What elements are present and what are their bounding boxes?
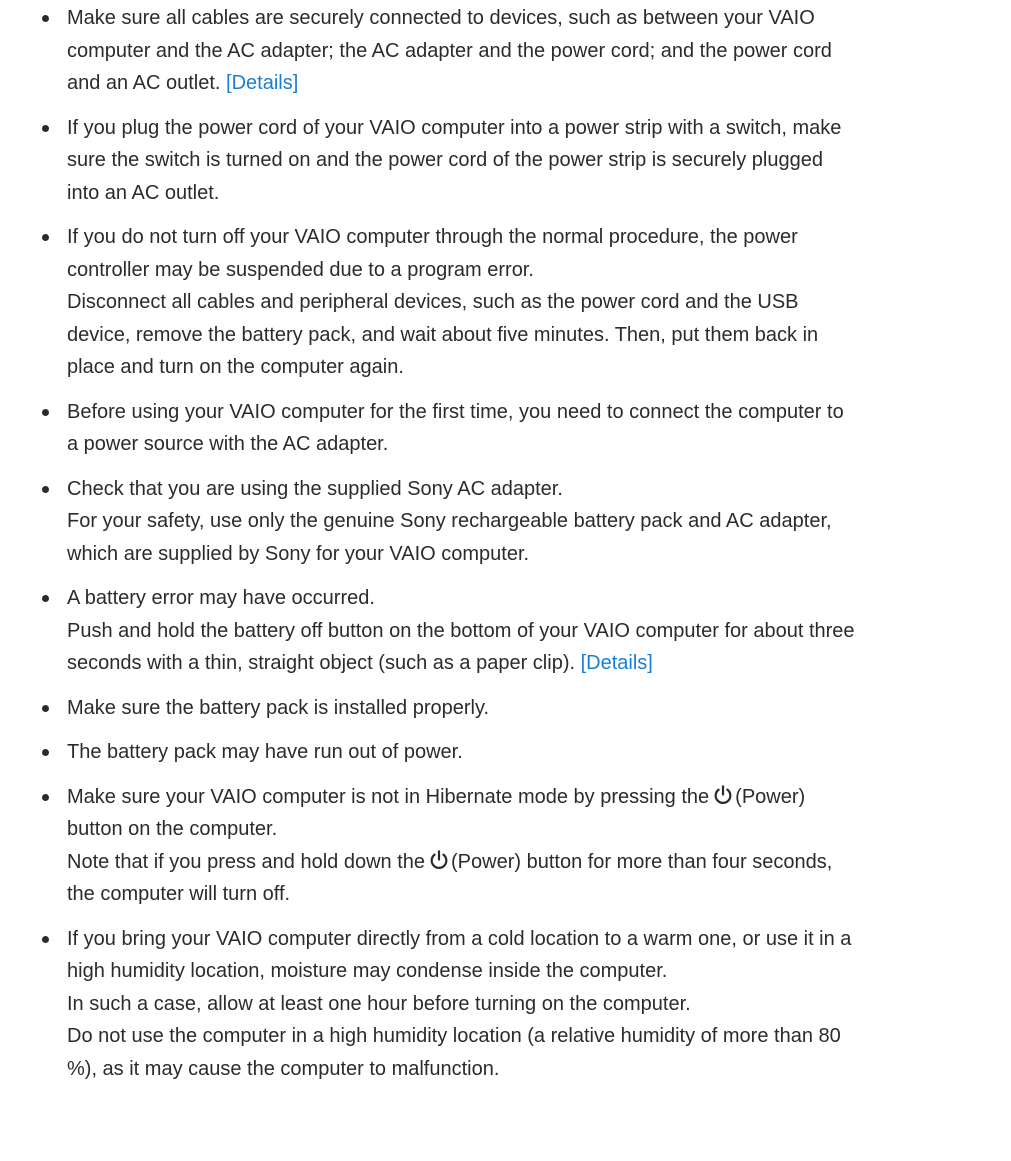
tip-battery-installed: Make sure the battery pack is installed … bbox=[0, 692, 1011, 725]
tip-line: seconds with a thin, straight object (su… bbox=[67, 647, 991, 680]
details-link[interactable]: [Details] bbox=[226, 72, 298, 94]
tip-line-text: Note that if you press and hold down the bbox=[67, 850, 426, 873]
tip-line: sure the switch is turned on and the pow… bbox=[67, 149, 823, 171]
tip-line-text: seconds with a thin, straight object (su… bbox=[67, 652, 576, 674]
bullet bbox=[42, 15, 49, 22]
tip-line: controller may be suspended due to a pro… bbox=[67, 258, 534, 281]
tip-line: Make sure all cables are securely connec… bbox=[67, 7, 815, 29]
tip-line: Note that if you press and hold down the… bbox=[67, 846, 991, 879]
bullet bbox=[42, 935, 49, 943]
tip-line: Disconnect all cables and peripheral dev… bbox=[67, 291, 799, 313]
tip-line: and an AC outlet. [Details] bbox=[67, 67, 991, 100]
tip-line-text: (Power) bbox=[735, 785, 806, 808]
troubleshooting-tips-list: Make sure all cables are securely connec… bbox=[0, 2, 1011, 1097]
tip-check-cables: Make sure all cables are securely connec… bbox=[0, 2, 1011, 100]
tip-line: Before using your VAIO computer for the … bbox=[67, 400, 844, 423]
tip-hibernate: Make sure your VAIO computer is not in H… bbox=[0, 781, 1011, 911]
tip-line: If you do not turn off your VAIO compute… bbox=[67, 226, 798, 248]
bullet bbox=[42, 793, 49, 801]
tip-line: Make sure your VAIO computer is not in H… bbox=[67, 781, 991, 814]
tip-line: into an AC outlet. bbox=[67, 181, 220, 204]
tip-battery-error: A battery error may have occurred. Push … bbox=[0, 582, 1011, 680]
tip-first-use: Before using your VAIO computer for the … bbox=[0, 396, 1011, 461]
tip-line: Check that you are using the supplied So… bbox=[67, 477, 563, 500]
tip-supplied-adapter: Check that you are using the supplied So… bbox=[0, 473, 1011, 571]
tip-condensation: If you bring your VAIO computer directly… bbox=[0, 923, 1011, 1086]
tip-line-text: (Power) button for more than four second… bbox=[451, 850, 833, 873]
tip-line: If you bring your VAIO computer directly… bbox=[67, 927, 852, 950]
tip-line: button on the computer. bbox=[67, 818, 278, 840]
tip-battery-empty: The battery pack may have run out of pow… bbox=[0, 736, 1011, 769]
bullet bbox=[42, 749, 49, 756]
tip-line: the computer will turn off. bbox=[67, 883, 291, 905]
tip-line: The battery pack may have run out of pow… bbox=[67, 741, 463, 763]
tip-line: A battery error may have occurred. bbox=[67, 587, 375, 609]
tip-line: In such a case, allow at least one hour … bbox=[67, 992, 691, 1015]
tip-line: high humidity location, moisture may con… bbox=[67, 960, 668, 982]
tip-power-strip: If you plug the power cord of your VAIO … bbox=[0, 112, 1011, 210]
tip-line-text: Make sure your VAIO computer is not in H… bbox=[67, 785, 710, 808]
tip-line: computer and the AC adapter; the AC adap… bbox=[67, 39, 832, 62]
tip-power-controller: If you do not turn off your VAIO compute… bbox=[0, 221, 1011, 384]
power-icon bbox=[714, 784, 732, 804]
details-link[interactable]: [Details] bbox=[581, 652, 653, 674]
tip-line: place and turn on the computer again. bbox=[67, 356, 404, 378]
tip-line: which are supplied by Sony for your VAIO… bbox=[67, 542, 530, 565]
bullet bbox=[42, 234, 49, 241]
bullet bbox=[42, 485, 49, 493]
tip-line: device, remove the battery pack, and wai… bbox=[67, 323, 819, 346]
tip-line: For your safety, use only the genuine So… bbox=[67, 510, 832, 532]
tip-line: If you plug the power cord of your VAIO … bbox=[67, 116, 842, 139]
power-icon bbox=[430, 849, 448, 869]
tip-line: Make sure the battery pack is installed … bbox=[67, 696, 490, 719]
bullet bbox=[42, 124, 49, 132]
tip-line: %), as it may cause the computer to malf… bbox=[67, 1057, 500, 1080]
bullet bbox=[42, 408, 49, 416]
tip-line: a power source with the AC adapter. bbox=[67, 433, 389, 455]
tip-line: Do not use the computer in a high humidi… bbox=[67, 1025, 841, 1047]
bullet bbox=[42, 704, 49, 712]
tip-line: Push and hold the battery off button on … bbox=[67, 619, 855, 642]
bullet bbox=[42, 595, 49, 602]
tip-line-text: and an AC outlet. bbox=[67, 72, 221, 94]
